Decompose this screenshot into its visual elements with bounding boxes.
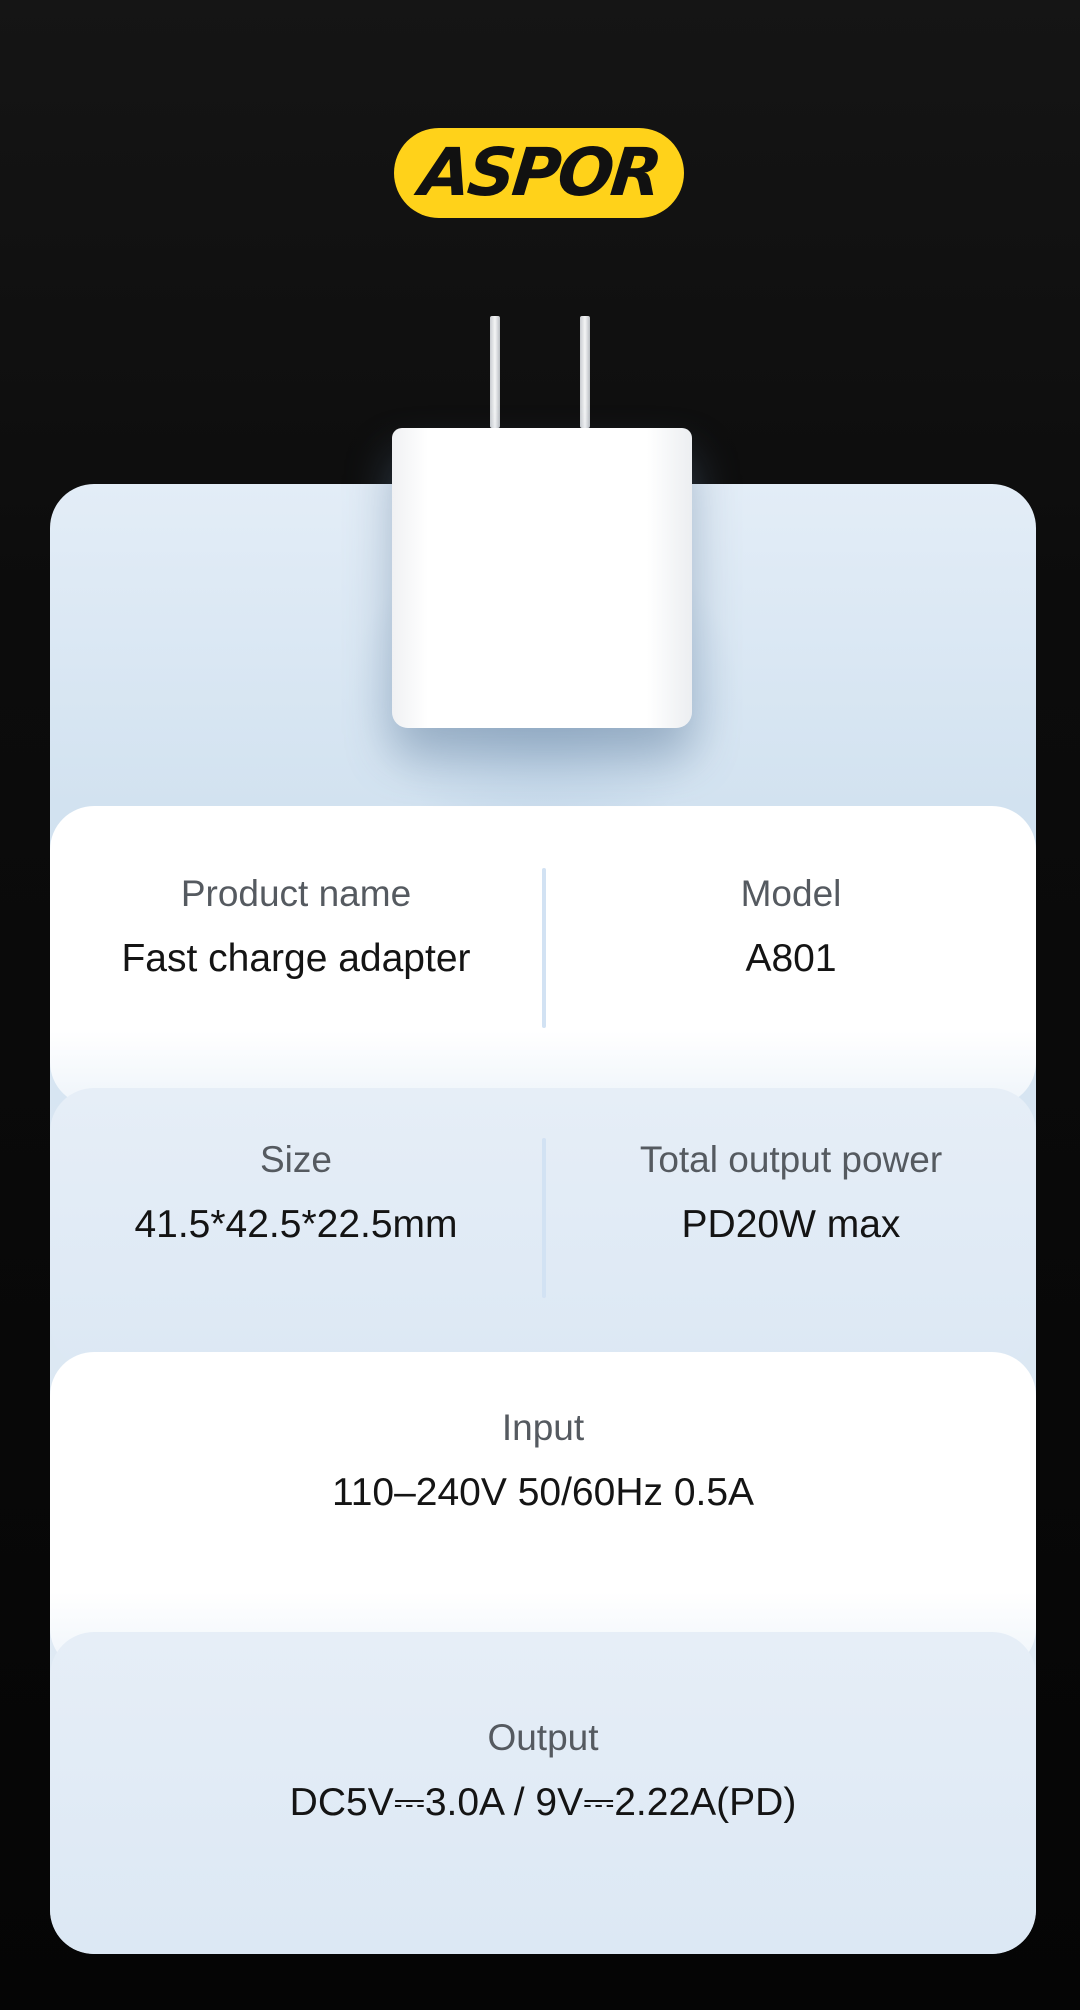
product-name-label: Product name	[180, 873, 412, 914]
cell-product-name: Product name Fast charge adapter	[50, 872, 542, 982]
cell-size: Size 41.5*42.5*22.5mm	[50, 1138, 542, 1248]
size-value: 41.5*42.5*22.5mm	[134, 1203, 458, 1246]
panel-output: Output DC5V⎓3.0A / 9V⎓2.22A(PD)	[50, 1632, 1036, 1954]
input-value: 110–240V 50/60Hz 0.5A	[331, 1471, 755, 1514]
model-value: A801	[745, 937, 837, 980]
cell-output: Output DC5V⎓3.0A / 9V⎓2.22A(PD)	[50, 1716, 1036, 1826]
output-label: Output	[487, 1717, 599, 1758]
product-name-value: Fast charge adapter	[121, 937, 471, 980]
cell-total-output: Total output power PD20W max	[546, 1138, 1036, 1248]
panel-input: Input 110–240V 50/60Hz 0.5A	[50, 1352, 1036, 1672]
adapter-prong-left	[490, 316, 500, 428]
charger-adapter-image	[392, 428, 692, 728]
aspor-logo: ASPOR	[394, 128, 684, 218]
model-label: Model	[740, 873, 842, 914]
adapter-prong-right	[580, 316, 590, 428]
cell-input: Input 110–240V 50/60Hz 0.5A	[50, 1406, 1036, 1516]
logo-text: ASPOR	[415, 134, 663, 211]
input-label: Input	[501, 1407, 585, 1448]
output-value: DC5V⎓3.0A / 9V⎓2.22A(PD)	[289, 1781, 797, 1824]
size-label: Size	[260, 1139, 332, 1180]
panel-size-power: Size 41.5*42.5*22.5mm Total output power…	[50, 1088, 1036, 1368]
total-output-label: Total output power	[639, 1139, 943, 1180]
panel-name-model: Product name Fast charge adapter Model A…	[50, 806, 1036, 1106]
total-output-value: PD20W max	[681, 1203, 901, 1246]
cell-model: Model A801	[546, 872, 1036, 982]
